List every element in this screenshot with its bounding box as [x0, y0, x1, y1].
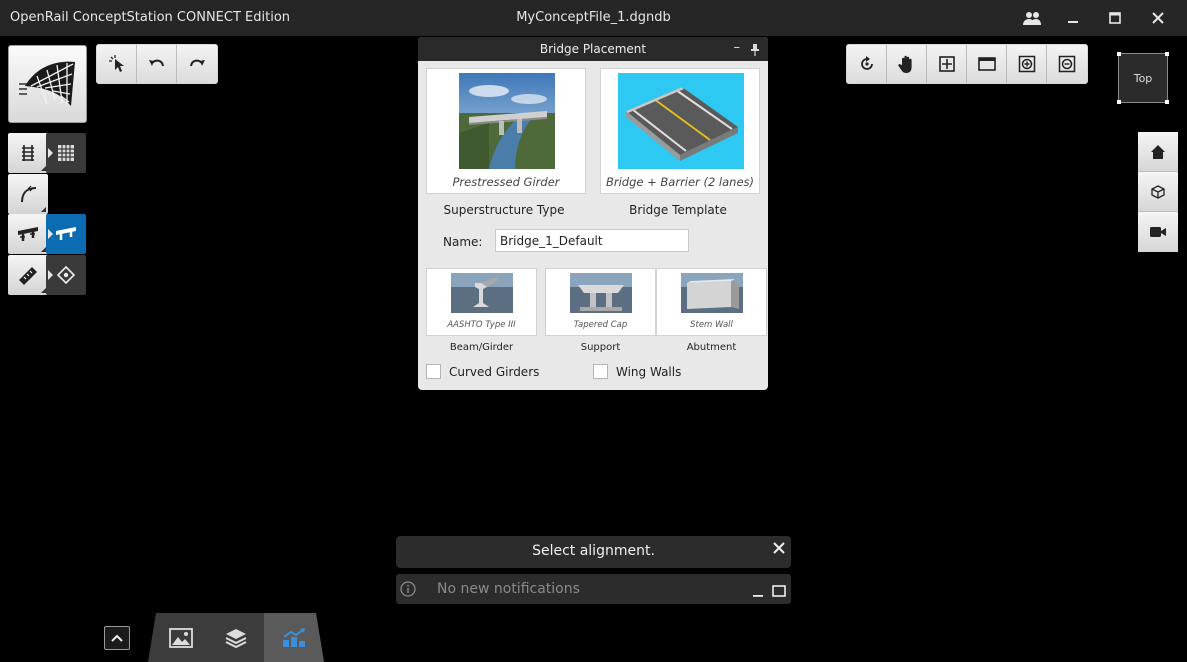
fit-view-icon[interactable] [927, 45, 967, 83]
curved-girders-option[interactable]: Curved Girders [426, 364, 539, 379]
measure-tool-button[interactable] [8, 255, 53, 295]
minimize-icon[interactable] [1056, 5, 1090, 31]
abutment-card[interactable]: Stem Wall [656, 268, 767, 336]
notification-text: No new notifications [437, 581, 580, 597]
product-logo[interactable] [8, 45, 87, 123]
undo-icon[interactable] [137, 45, 177, 83]
view-cube-label: Top [1133, 71, 1153, 85]
track-tool-button[interactable] [8, 133, 53, 173]
notification-panel: No new notifications [396, 574, 791, 604]
layers-tab-icon[interactable] [209, 613, 263, 662]
edit-toolbar [96, 44, 218, 84]
navigation-stack [1138, 132, 1178, 252]
curved-girders-label: Curved Girders [449, 364, 540, 379]
bridge-template-label: Bridge Template [629, 203, 727, 217]
camera-icon[interactable] [1138, 212, 1178, 252]
superstructure-type-label: Superstructure Type [443, 203, 565, 217]
maximize-icon[interactable] [1098, 5, 1132, 31]
bottom-tab-bar [148, 613, 324, 662]
support-label: Support [580, 342, 621, 353]
support-card[interactable]: Tapered Cap [545, 268, 656, 336]
close-icon[interactable] [1141, 5, 1175, 31]
title-bar: OpenRail ConceptStation CONNECT Edition … [0, 0, 1187, 36]
curve-tool-button[interactable] [8, 174, 48, 214]
window-area-icon[interactable] [967, 45, 1007, 83]
aashto-girder-thumbnail [451, 273, 513, 313]
beam-girder-label: Beam/Girder [449, 342, 514, 353]
bridge-barrier-thumbnail [618, 73, 744, 169]
prestressed-girder-thumbnail [459, 73, 555, 169]
dialog-minimize-icon[interactable]: – [734, 40, 741, 55]
zoom-out-icon[interactable] [1047, 45, 1087, 83]
wing-walls-option[interactable]: Wing Walls [593, 364, 681, 379]
bridge-tool-button[interactable] [8, 214, 53, 254]
prompt-panel: Select alignment. [396, 536, 791, 568]
bridge-template-card[interactable]: Bridge + Barrier (2 lanes) [600, 68, 760, 194]
beam-girder-card[interactable]: AASHTO Type III [426, 268, 537, 336]
bridge-placement-dialog: Bridge Placement – Prestressed Girder Su… [418, 37, 768, 390]
file-title: MyConceptFile_1.dgndb [516, 10, 671, 25]
pan-hand-icon[interactable] [887, 45, 927, 83]
notification-maximize-icon[interactable] [772, 582, 786, 601]
template-caption: Bridge + Barrier (2 lanes) [605, 175, 755, 189]
curved-girders-checkbox[interactable] [426, 364, 441, 379]
abutment-caption: Stem Wall [690, 320, 733, 330]
expand-up-button[interactable] [104, 626, 130, 650]
stem-wall-thumbnail [681, 273, 743, 313]
notification-minimize-icon[interactable] [752, 582, 764, 601]
superstructure-card[interactable]: Prestressed Girder [426, 68, 586, 194]
redo-icon[interactable] [177, 45, 217, 83]
pin-icon[interactable] [751, 41, 759, 60]
rotate-icon[interactable] [847, 45, 887, 83]
imagery-tab-icon[interactable] [154, 613, 208, 662]
wing-walls-checkbox[interactable] [593, 364, 608, 379]
info-icon [400, 581, 416, 601]
prompt-text: Select alignment. [532, 543, 655, 559]
users-icon[interactable] [1015, 5, 1049, 31]
cube-view-icon[interactable] [1138, 172, 1178, 212]
beam-caption: AASHTO Type III [447, 320, 516, 330]
name-label: Name: [443, 235, 483, 249]
support-caption: Tapered Cap [573, 320, 628, 330]
dialog-header: Bridge Placement – [418, 37, 768, 61]
name-input[interactable]: Bridge_1_Default [495, 229, 689, 252]
abutment-label: Abutment [686, 342, 737, 353]
tapered-cap-thumbnail [570, 273, 632, 313]
wing-walls-label: Wing Walls [616, 364, 682, 379]
prompt-close-icon[interactable] [772, 540, 786, 559]
dialog-title: Bridge Placement [539, 42, 647, 56]
view-cube[interactable]: Top [1117, 52, 1169, 104]
superstructure-caption: Prestressed Girder [452, 175, 560, 189]
analysis-tab-icon[interactable] [264, 613, 324, 662]
zoom-in-icon[interactable] [1007, 45, 1047, 83]
select-icon[interactable] [97, 45, 137, 83]
home-icon[interactable] [1138, 132, 1178, 172]
view-toolbar [846, 44, 1088, 84]
